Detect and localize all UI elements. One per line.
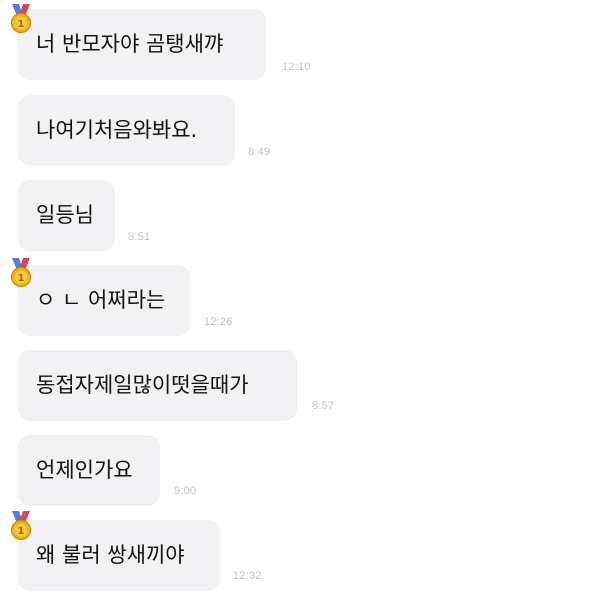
message-timestamp: 9:00	[174, 485, 197, 497]
message-text: 일등님	[36, 203, 94, 227]
message-bubble[interactable]: 일등님	[18, 180, 115, 251]
message-bubble[interactable]: 동접자제일많이떳을때가	[18, 350, 297, 421]
message-text: 동접자제일많이떳을때가	[36, 373, 249, 397]
message-timestamp: 12:32	[233, 570, 262, 582]
message-bubble[interactable]: 너 반모자야 곰탱새꺄	[18, 9, 266, 80]
gold-medal-icon: 1	[10, 511, 32, 541]
message-text: 언제인가요	[36, 458, 133, 482]
message-text: 나여기처음와봐요.	[36, 118, 198, 142]
svg-text:1: 1	[18, 273, 25, 284]
message-bubble[interactable]: 나여기처음와봐요.	[18, 95, 235, 166]
message-timestamp: 8:57	[312, 400, 335, 412]
message-bubble[interactable]: 언제인가요	[18, 435, 160, 506]
message-timestamp: 8:51	[128, 231, 151, 243]
chat-log: 너 반모자야 곰탱새꺄 12:10 1 나여기처음와봐요. 8:49 일등님 8…	[0, 0, 600, 600]
svg-text:1: 1	[18, 526, 25, 537]
message-timestamp: 8:49	[248, 146, 271, 158]
message-timestamp: 12:10	[282, 61, 311, 73]
message-bubble[interactable]: 왜 불러 쌍새끼야	[18, 520, 220, 591]
gold-medal-icon: 1	[10, 4, 32, 34]
message-text: 왜 불러 쌍새끼야	[36, 543, 185, 567]
message-bubble[interactable]: ㅇ ㄴ 어쩌라는	[18, 265, 190, 336]
gold-medal-icon: 1	[10, 258, 32, 288]
message-timestamp: 12:26	[204, 316, 233, 328]
svg-text:1: 1	[18, 19, 25, 30]
message-text: ㅇ ㄴ 어쩌라는	[36, 288, 166, 312]
message-text: 너 반모자야 곰탱새꺄	[36, 32, 224, 56]
